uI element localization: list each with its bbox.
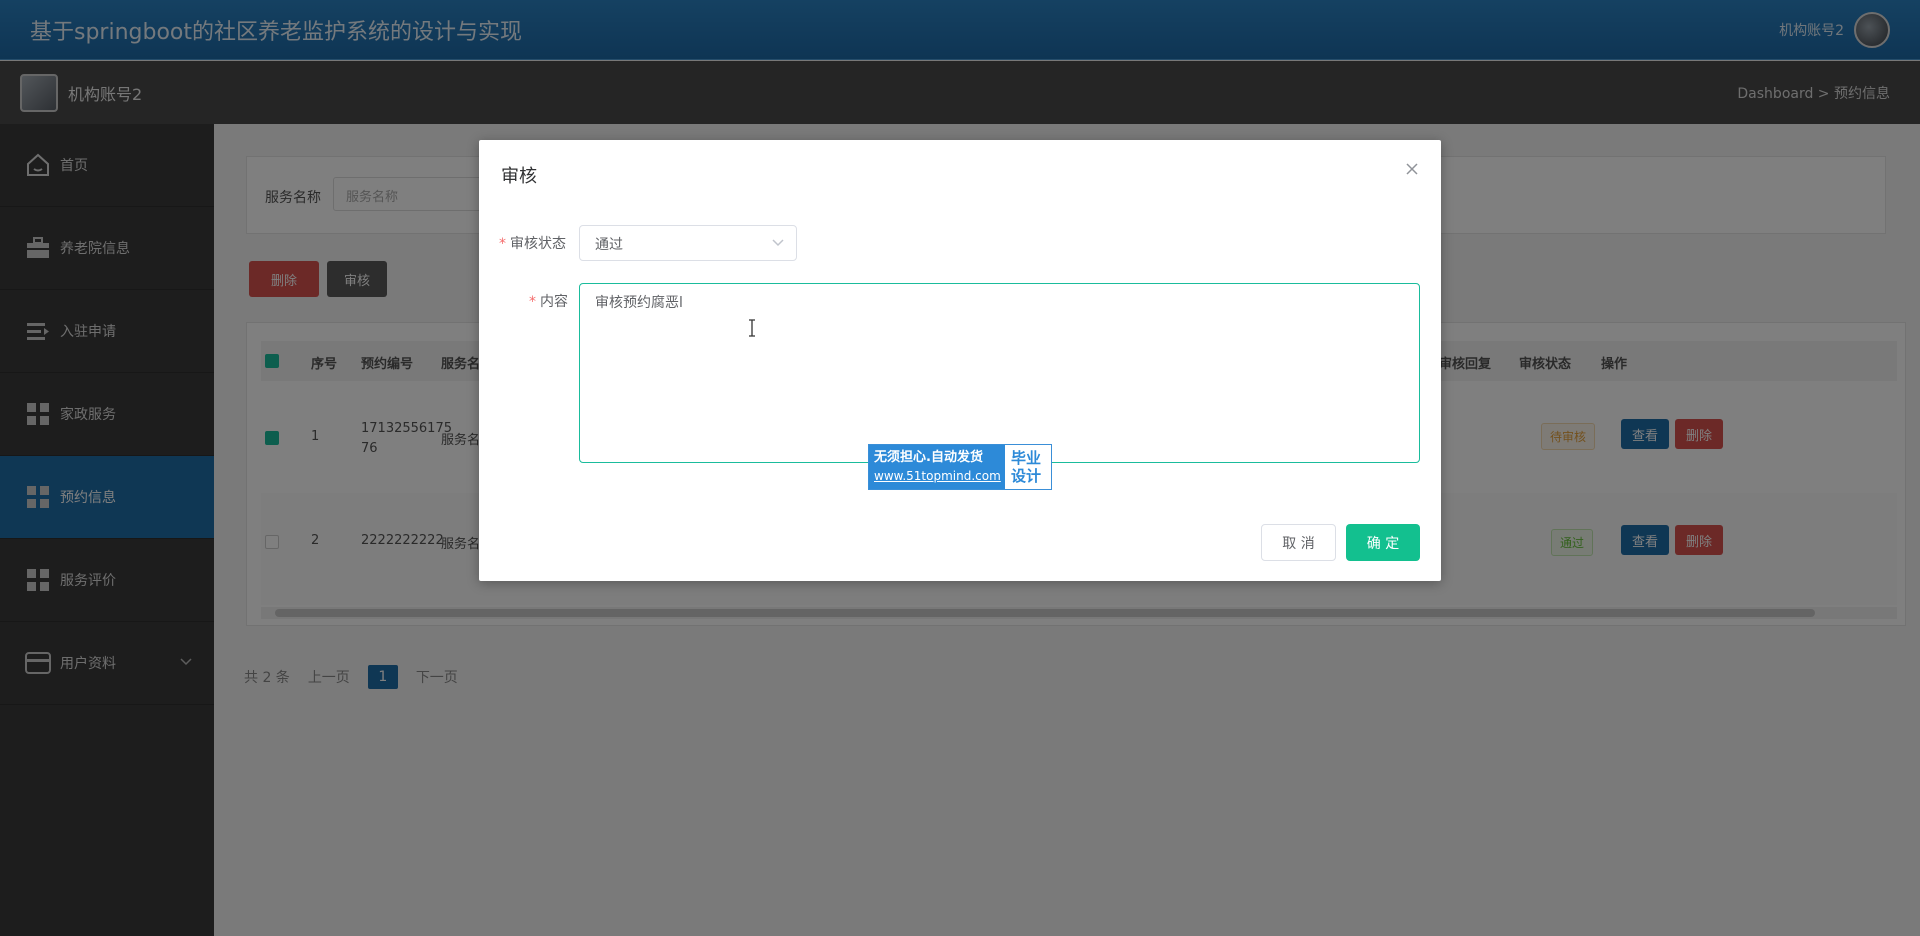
required-mark: * — [499, 236, 506, 252]
content-textarea[interactable]: 审核预约腐恶l — [579, 283, 1420, 463]
status-select-value: 通过 — [595, 237, 623, 253]
status-field-label: * 审核状态 — [499, 236, 566, 252]
required-mark: * — [529, 294, 536, 310]
chevron-down-icon — [772, 232, 784, 256]
watermark-line: 毕业 — [1011, 449, 1042, 467]
watermark-left: 无须担心.自动发货 www.51topmind.com — [869, 445, 1005, 489]
dialog-title: 审核 — [501, 166, 537, 187]
watermark-right: 毕业 设计 — [1005, 445, 1051, 489]
audit-dialog: 审核 * 审核状态 通过 * 内容 审核预约腐恶l 取 消 确 定 — [479, 140, 1441, 581]
confirm-button[interactable]: 确 定 — [1346, 524, 1420, 561]
content-field-label: * 内容 — [529, 294, 568, 310]
watermark: 无须担心.自动发货 www.51topmind.com 毕业 设计 — [868, 444, 1052, 490]
close-icon[interactable] — [1405, 160, 1419, 181]
text-cursor-icon — [747, 319, 757, 341]
cancel-button[interactable]: 取 消 — [1261, 524, 1336, 561]
watermark-url: www.51topmind.com — [874, 469, 1001, 483]
status-select[interactable]: 通过 — [579, 225, 797, 261]
watermark-line: 设计 — [1011, 467, 1042, 485]
watermark-line: 无须担心.自动发货 — [874, 450, 983, 465]
